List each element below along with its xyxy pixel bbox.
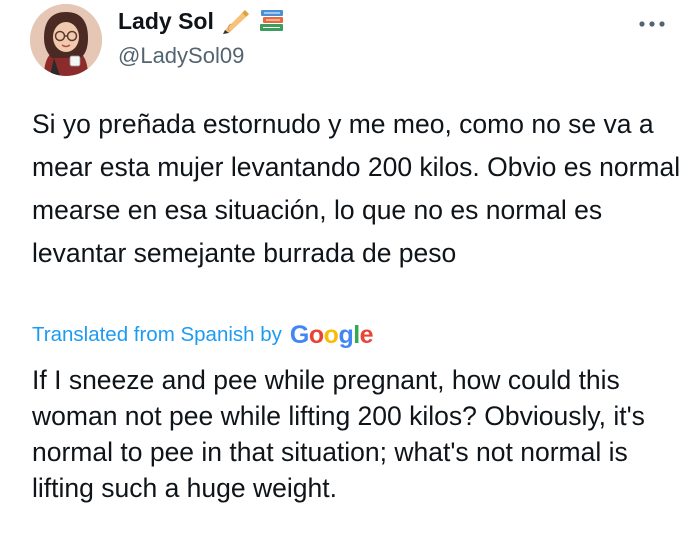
more-options-icon[interactable] — [638, 18, 666, 30]
display-name[interactable]: Lady Sol — [118, 6, 214, 36]
avatar-illustration — [30, 4, 102, 76]
user-handle[interactable]: @LadySol09 — [118, 42, 244, 70]
google-logo-letter: o — [308, 321, 324, 349]
translated-text: If I sneeze and pee while pregnant, how … — [32, 365, 645, 503]
google-logo-letter: G — [289, 321, 309, 349]
translation-attribution[interactable]: Translated from Spanish by Google — [32, 320, 374, 350]
tweet: Lady Sol @LadySol09 Si yo preñada estorn… — [0, 0, 700, 543]
google-logo-letter: o — [323, 321, 339, 349]
translated-from-label: Translated from Spanish by — [32, 323, 282, 346]
tweet-text: Si yo preñada estornudo y me meo, como n… — [32, 109, 681, 268]
google-logo-letter: e — [359, 321, 374, 349]
books-icon — [258, 8, 286, 34]
name-row: Lady Sol — [118, 6, 286, 36]
google-logo: Google — [289, 320, 374, 350]
google-logo-letter: g — [338, 321, 354, 349]
avatar[interactable] — [30, 4, 102, 76]
writing-hand-icon — [222, 8, 250, 34]
